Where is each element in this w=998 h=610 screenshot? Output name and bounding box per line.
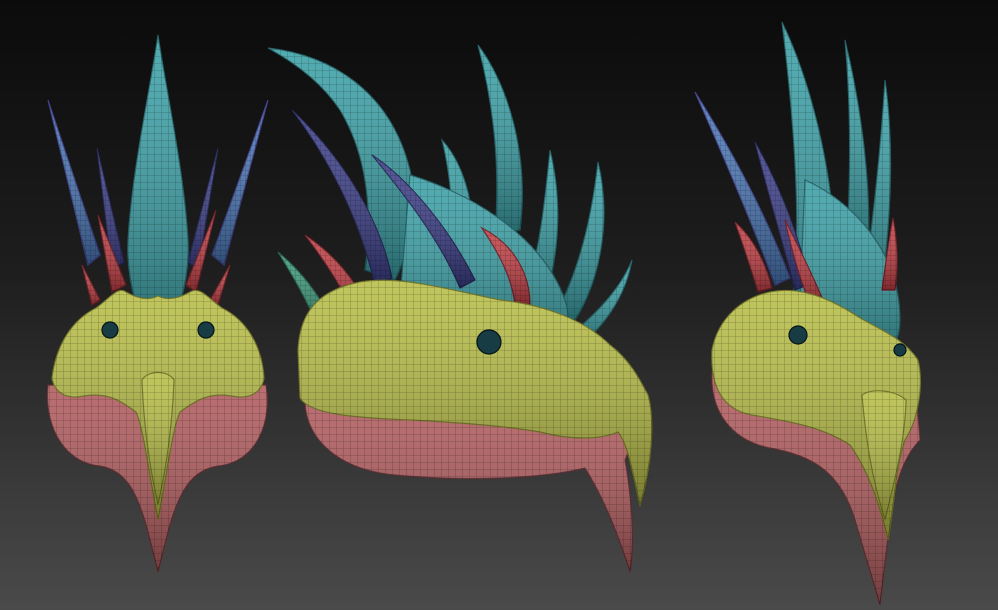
eye-left-front (101, 321, 119, 339)
creature-head-three-quarter-view (694, 21, 921, 606)
creature-head-side-view (267, 44, 653, 573)
creature-head-front-view (46, 34, 269, 573)
eye-right-front (197, 321, 215, 339)
eye-side (476, 329, 502, 355)
render-canvas (46, 21, 921, 606)
eye-right-three-quarter (893, 343, 907, 357)
eye-left-three-quarter (788, 325, 808, 345)
sculpt-viewport (0, 0, 998, 610)
